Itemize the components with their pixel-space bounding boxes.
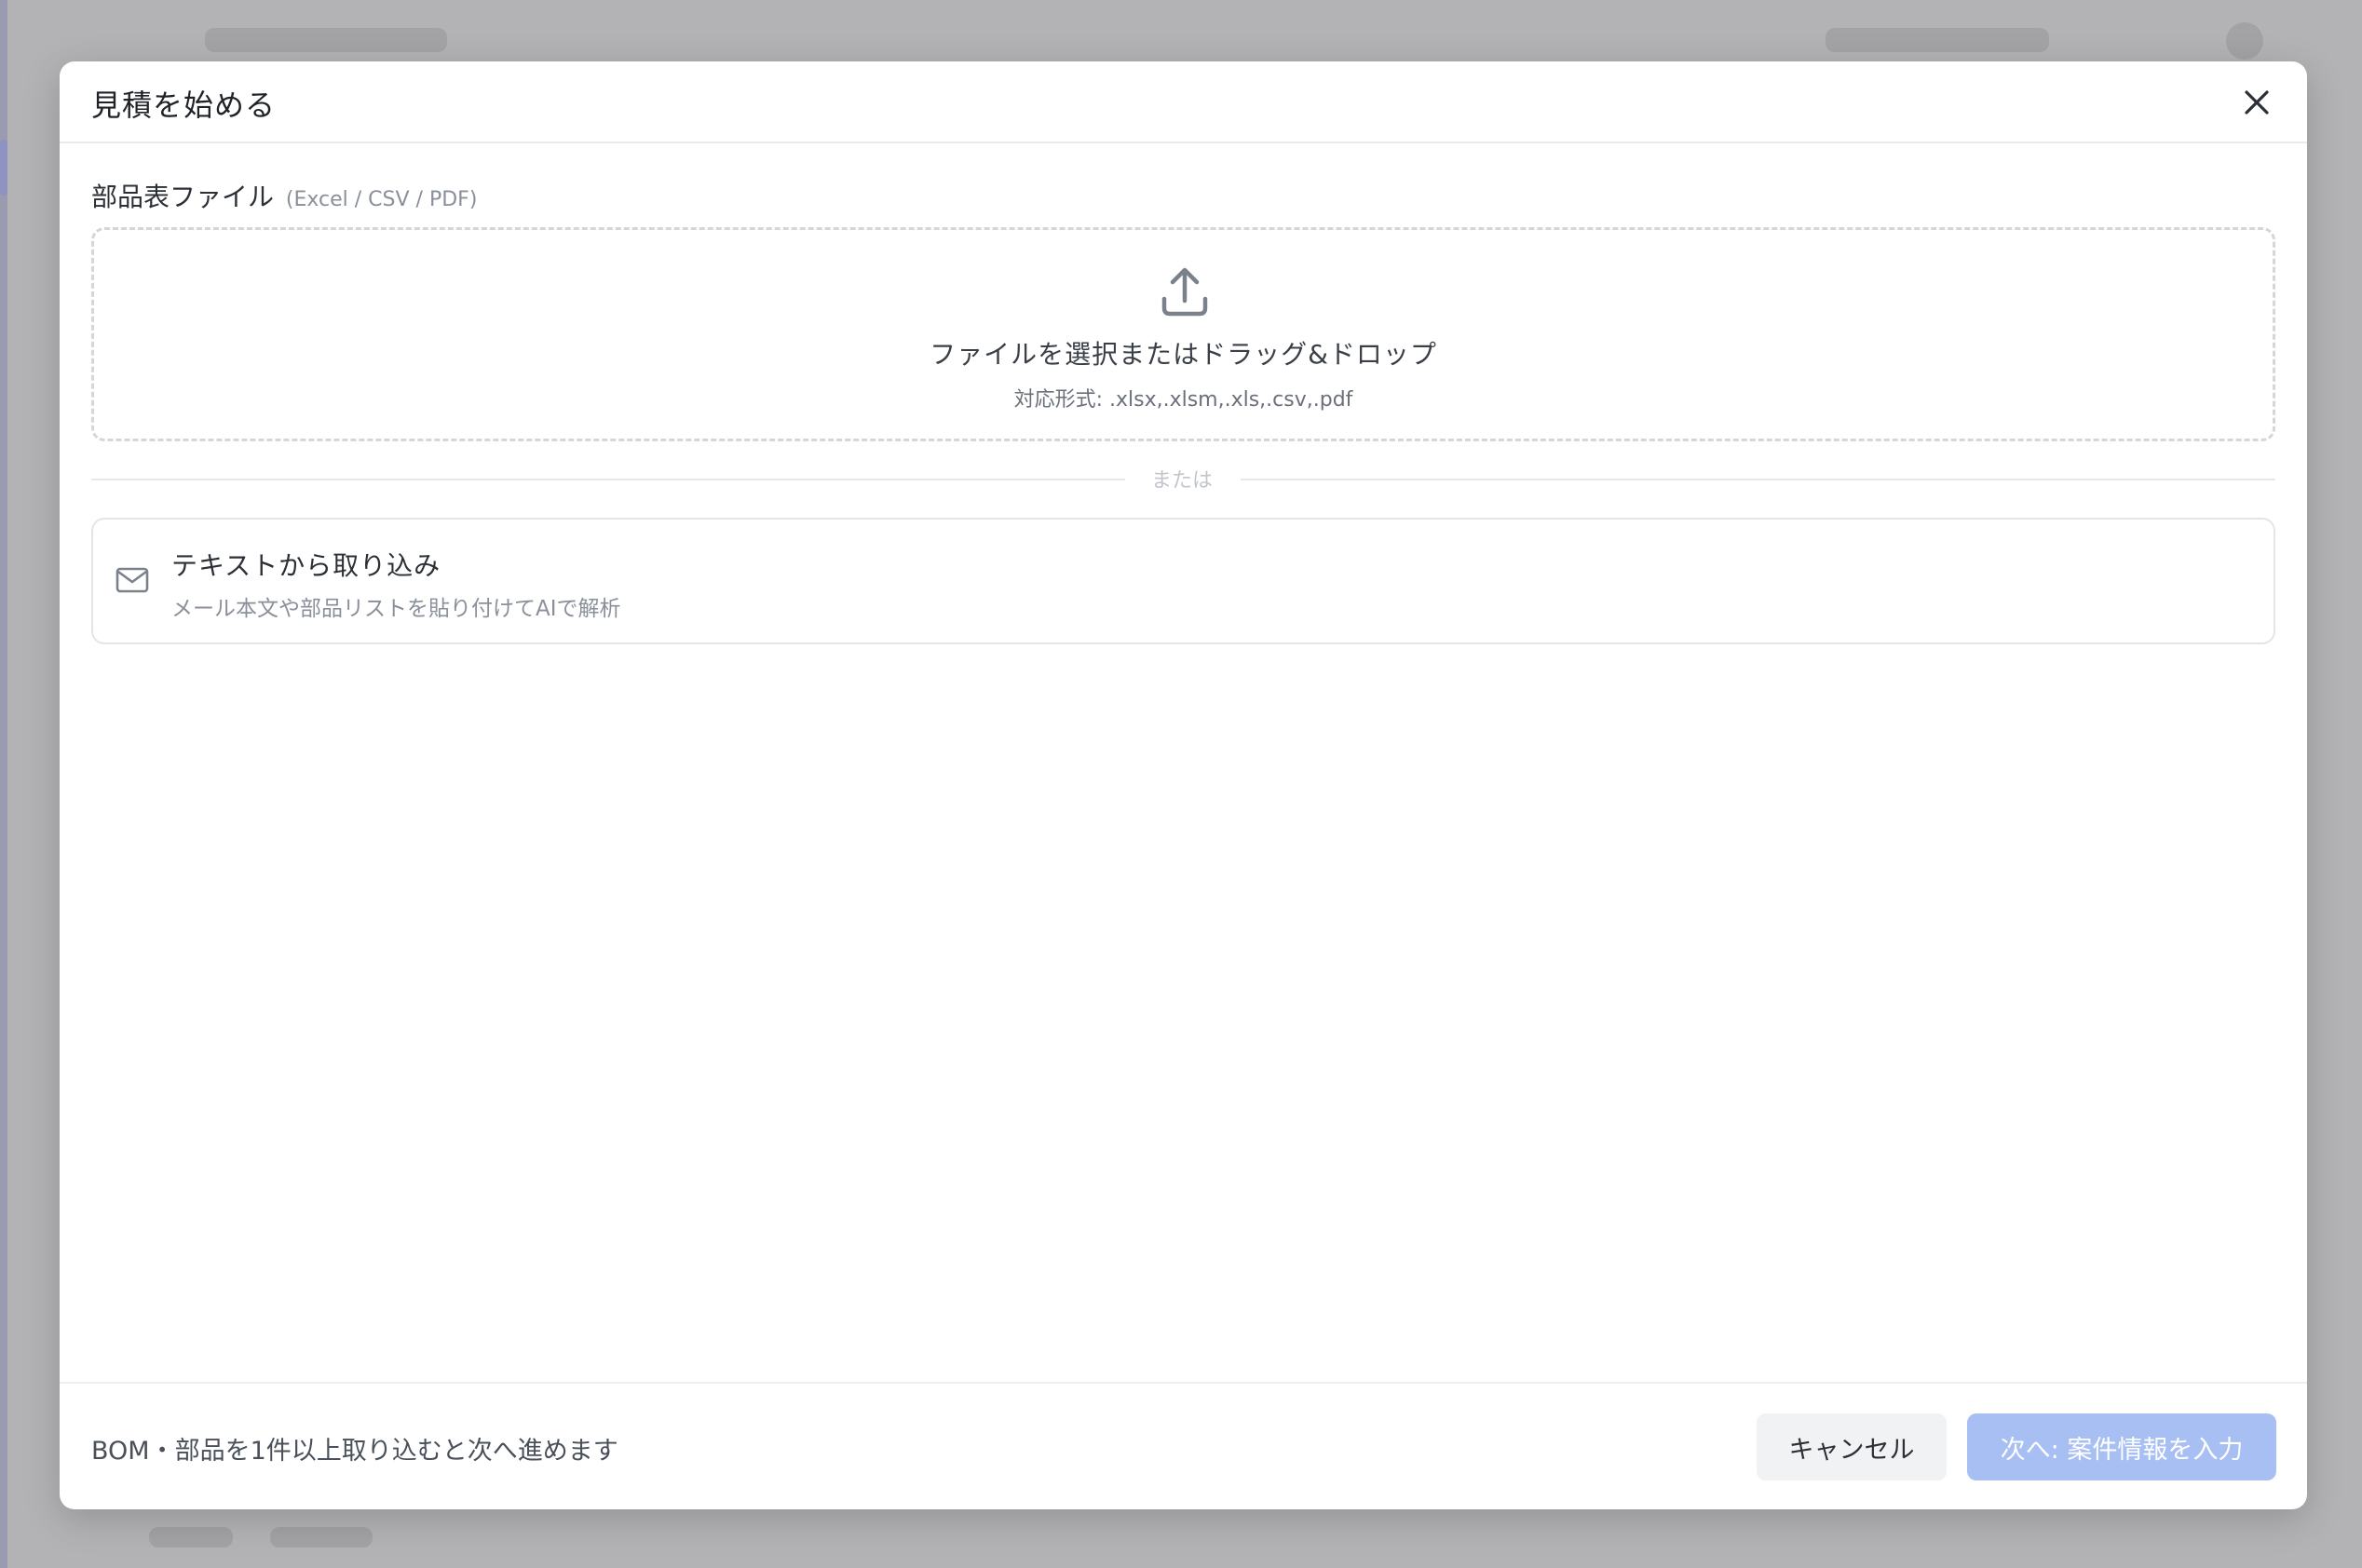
next-button[interactable]: 次へ: 案件情報を入力 <box>1967 1413 2276 1480</box>
dropzone-supported-formats: 対応形式: .xlsx,.xlsm,.xls,.csv,.pdf <box>1013 388 1353 412</box>
file-field-label-text: 部品表ファイル <box>91 182 275 212</box>
start-estimate-modal: 見積を始める 部品表ファイル (Excel / CSV / PDF) ファイルを… <box>60 61 2307 1509</box>
divider-line-left <box>91 479 1125 480</box>
divider-line-right <box>1241 479 2275 480</box>
file-dropzone[interactable]: ファイルを選択またはドラッグ&ドロップ 対応形式: .xlsx,.xlsm,.x… <box>91 227 2275 441</box>
background-placeholder <box>149 1527 233 1548</box>
background-placeholder <box>270 1527 373 1548</box>
footer-note: BOM・部品を1件以上取り込むと次へ進めます <box>91 1437 618 1466</box>
modal-header: 見積を始める <box>60 61 2307 143</box>
text-import-title: テキストから取り込み <box>171 550 441 581</box>
close-icon <box>2245 90 2269 115</box>
file-field-label: 部品表ファイル (Excel / CSV / PDF) <box>91 177 477 214</box>
background-placeholder <box>2226 22 2263 60</box>
modal-footer: BOM・部品を1件以上取り込むと次へ進めます キャンセル 次へ: 案件情報を入力 <box>60 1382 2307 1509</box>
mail-icon <box>115 567 149 593</box>
cancel-button[interactable]: キャンセル <box>1757 1413 1947 1480</box>
background-sidebar <box>0 0 7 1568</box>
background-placeholder <box>205 28 447 52</box>
close-button[interactable] <box>2238 84 2275 121</box>
upload-icon <box>1161 267 1208 317</box>
text-import-option[interactable]: テキストから取り込み メール本文や部品リストを貼り付けてAIで解析 <box>91 518 2275 644</box>
background-placeholder <box>1826 28 2049 52</box>
divider-text: または <box>1150 469 1213 493</box>
background-placeholder <box>0 140 7 196</box>
modal-title: 見積を始める <box>91 88 277 123</box>
dropzone-main-text: ファイルを選択またはドラッグ&ドロップ <box>930 339 1437 370</box>
text-import-description: メール本文や部品リストを貼り付けてAIで解析 <box>171 597 621 621</box>
file-formats-hint: (Excel / CSV / PDF) <box>285 188 478 211</box>
